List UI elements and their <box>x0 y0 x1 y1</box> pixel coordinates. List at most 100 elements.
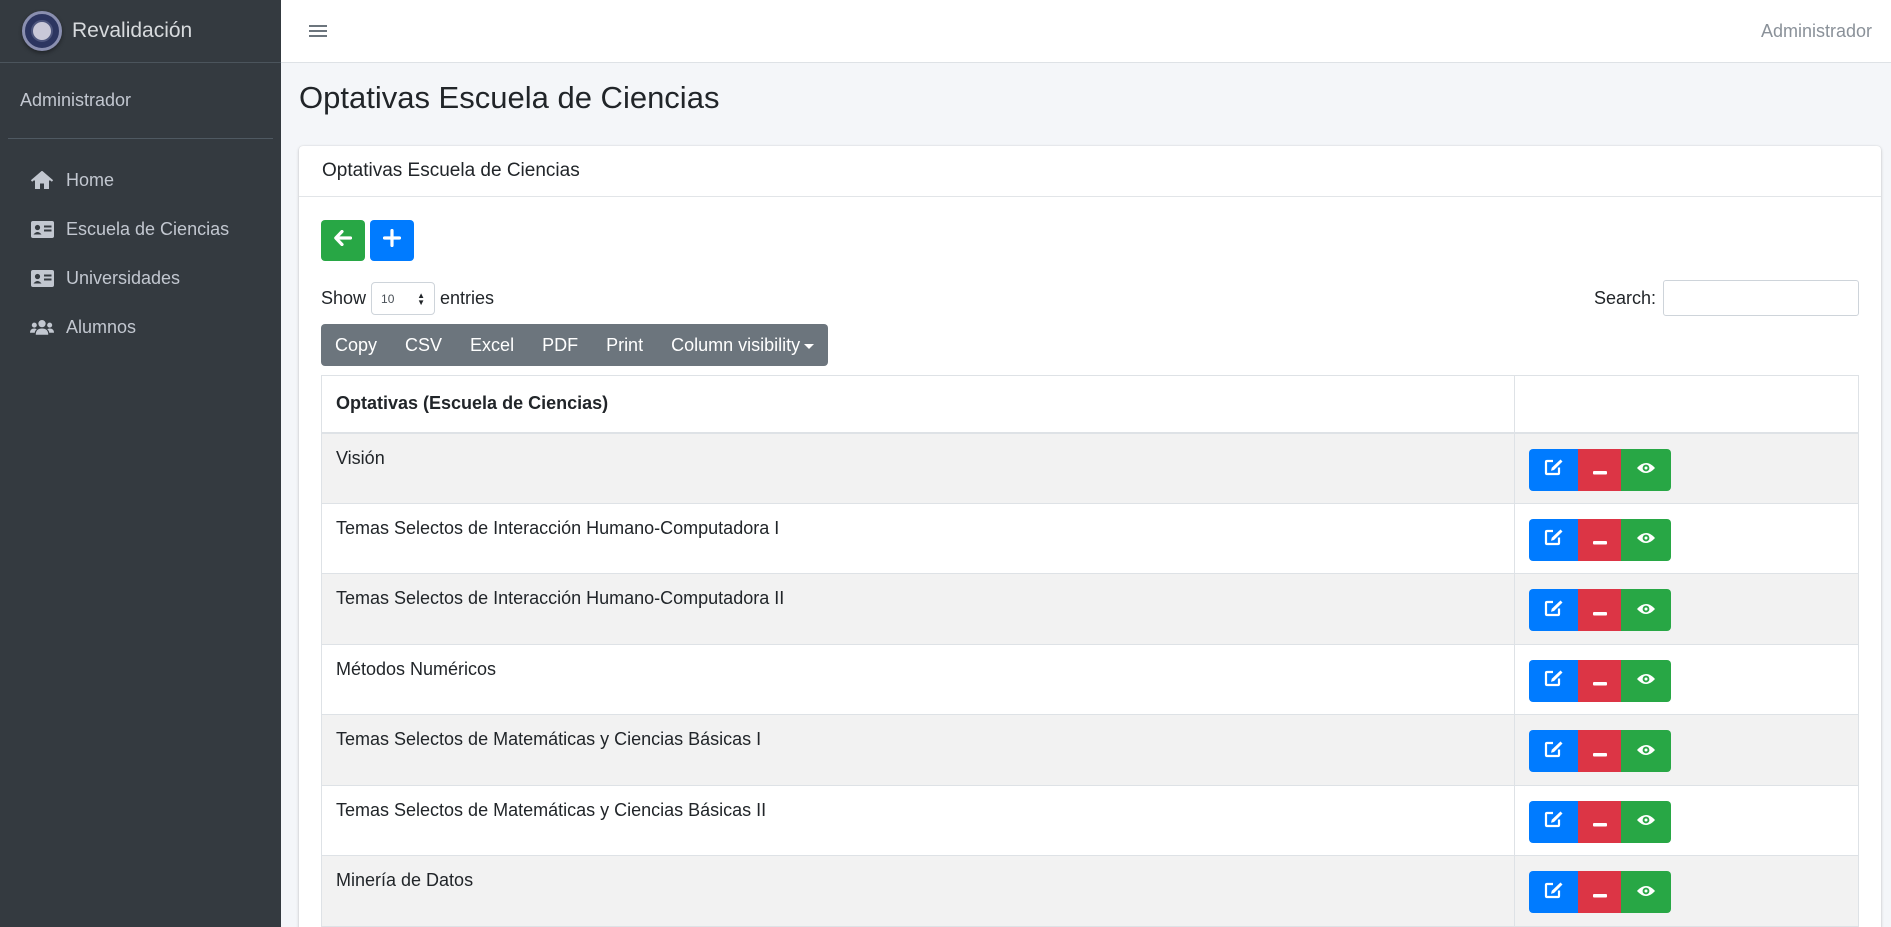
edit-button[interactable] <box>1529 589 1578 631</box>
search-control: Search: <box>1594 280 1859 316</box>
edit-button[interactable] <box>1529 871 1578 913</box>
sidebar-item-label: Escuela de Ciencias <box>66 219 230 239</box>
excel-button[interactable]: Excel <box>456 324 528 366</box>
view-button[interactable] <box>1621 518 1671 561</box>
show-label: Show <box>321 288 367 308</box>
brand-title: Revalidación <box>72 19 193 42</box>
top-navbar: Administrador <box>281 0 1891 63</box>
delete-button[interactable] <box>1578 871 1621 913</box>
view-button[interactable] <box>1621 871 1671 913</box>
optativa-name-cell: Métodos Numéricos <box>321 643 1515 715</box>
topbar-user-name[interactable]: Administrador <box>1761 21 1872 42</box>
eye-icon <box>1636 600 1656 621</box>
sidebar-item-escuela-de-ciencias[interactable]: Escuela de Ciencias <box>8 205 273 254</box>
actions-cell <box>1514 502 1859 574</box>
delete-button[interactable] <box>1578 659 1621 702</box>
menu-toggle-icon[interactable] <box>309 22 327 40</box>
eye-icon <box>1636 811 1656 832</box>
sidebar-item-universidades[interactable]: Universidades <box>8 254 273 303</box>
brand-link[interactable]: Revalidación <box>0 0 281 63</box>
search-label: Search: <box>1593 287 1656 308</box>
delete-button[interactable] <box>1578 448 1621 491</box>
edit-button[interactable] <box>1529 730 1578 772</box>
back-button[interactable] <box>321 220 365 261</box>
view-button[interactable] <box>1621 730 1671 772</box>
optativa-name-cell: Temas Selectos de Matemáticas y Ciencias… <box>321 784 1515 856</box>
table-row: Temas Selectos de Matemáticas y Ciencias… <box>321 784 1859 856</box>
pdf-button[interactable]: PDF <box>528 324 592 366</box>
search-input[interactable] <box>1663 280 1859 316</box>
add-button[interactable] <box>370 220 414 261</box>
optativa-name-cell: Temas Selectos de Interacción Humano-Com… <box>321 573 1515 645</box>
optativa-name-cell: Minería de Datos <box>321 855 1515 927</box>
home-icon <box>30 171 54 191</box>
brand-logo <box>22 11 62 51</box>
optativa-name-cell: Visión <box>321 432 1515 504</box>
actions-cell <box>1514 784 1859 856</box>
sidebar: Revalidación Administrador Home Escuela … <box>0 0 281 927</box>
entries-length-control: Show 10 ▲ ▼ entries <box>321 282 494 315</box>
edit-button[interactable] <box>1529 800 1578 843</box>
eye-icon <box>1636 529 1656 550</box>
export-button-group: Copy CSV Excel PDF Print Column visibili… <box>321 324 829 366</box>
edit-button[interactable] <box>1529 659 1578 702</box>
id-card-icon <box>30 269 54 289</box>
edit-icon <box>1544 669 1564 692</box>
actions-cell <box>1514 714 1859 786</box>
sidebar-user-name[interactable]: Administrador <box>20 90 131 111</box>
eye-icon <box>1636 741 1656 762</box>
edit-icon <box>1544 740 1564 763</box>
print-button[interactable]: Print <box>592 324 657 366</box>
sidebar-nav: Home Escuela de Ciencias Universidades A… <box>0 156 281 352</box>
optativas-table: Optativas (Escuela de Ciencias) Visión Te… <box>321 375 1859 927</box>
entries-label: entries <box>440 288 495 308</box>
table-row: Temas Selectos de Interacción Humano-Com… <box>321 573 1859 645</box>
view-button[interactable] <box>1621 800 1671 843</box>
caret-down-icon <box>804 343 815 349</box>
minus-icon <box>1592 670 1607 691</box>
delete-button[interactable] <box>1578 730 1621 772</box>
sort-arrows-icon: ▲ ▼ <box>417 290 426 307</box>
sidebar-item-home[interactable]: Home <box>8 156 273 205</box>
edit-icon <box>1544 810 1564 833</box>
edit-icon <box>1544 458 1564 481</box>
actions-cell <box>1514 432 1859 504</box>
delete-button[interactable] <box>1578 518 1621 561</box>
content-card: Optativas Escuela de Ciencias Show 10 ▲ ▼… <box>299 146 1881 927</box>
minus-icon <box>1592 882 1607 903</box>
edit-button[interactable] <box>1529 518 1578 561</box>
actions-cell <box>1514 643 1859 715</box>
eye-icon <box>1636 882 1656 903</box>
edit-icon <box>1544 881 1564 904</box>
view-button[interactable] <box>1621 659 1671 702</box>
csv-button[interactable]: CSV <box>391 324 456 366</box>
user-panel: Administrador <box>8 63 273 139</box>
eye-icon <box>1636 670 1656 691</box>
view-button[interactable] <box>1621 589 1671 631</box>
id-card-icon <box>30 220 54 240</box>
table-row: Minería de Datos <box>321 855 1859 927</box>
view-button[interactable] <box>1621 448 1671 491</box>
optativa-name-cell: Temas Selectos de Matemáticas y Ciencias… <box>321 714 1515 786</box>
minus-icon <box>1592 529 1607 550</box>
users-icon <box>30 318 54 338</box>
delete-button[interactable] <box>1578 800 1621 843</box>
column-visibility-button[interactable]: Column visibility <box>657 324 828 366</box>
column-header-optativas[interactable]: Optativas (Escuela de Ciencias) <box>321 375 1515 434</box>
optativa-name-cell: Temas Selectos de Interacción Humano-Com… <box>321 502 1515 574</box>
delete-button[interactable] <box>1578 589 1621 631</box>
plus-icon <box>382 228 402 252</box>
copy-button[interactable]: Copy <box>321 324 391 366</box>
sidebar-item-label: Home <box>66 170 115 190</box>
eye-icon <box>1636 459 1656 480</box>
table-body: Visión Temas Selectos de Interacción Huma… <box>321 432 1859 927</box>
edit-button[interactable] <box>1529 448 1578 491</box>
column-visibility-label: Column visibility <box>671 334 801 355</box>
minus-icon <box>1592 811 1607 832</box>
column-header-actions <box>1514 375 1859 434</box>
minus-icon <box>1592 459 1607 480</box>
entries-select[interactable]: 10 ▲ ▼ <box>371 282 436 315</box>
actions-cell <box>1514 573 1859 645</box>
sidebar-item-alumnos[interactable]: Alumnos <box>8 303 273 352</box>
card-header: Optativas Escuela de Ciencias <box>299 146 1881 197</box>
